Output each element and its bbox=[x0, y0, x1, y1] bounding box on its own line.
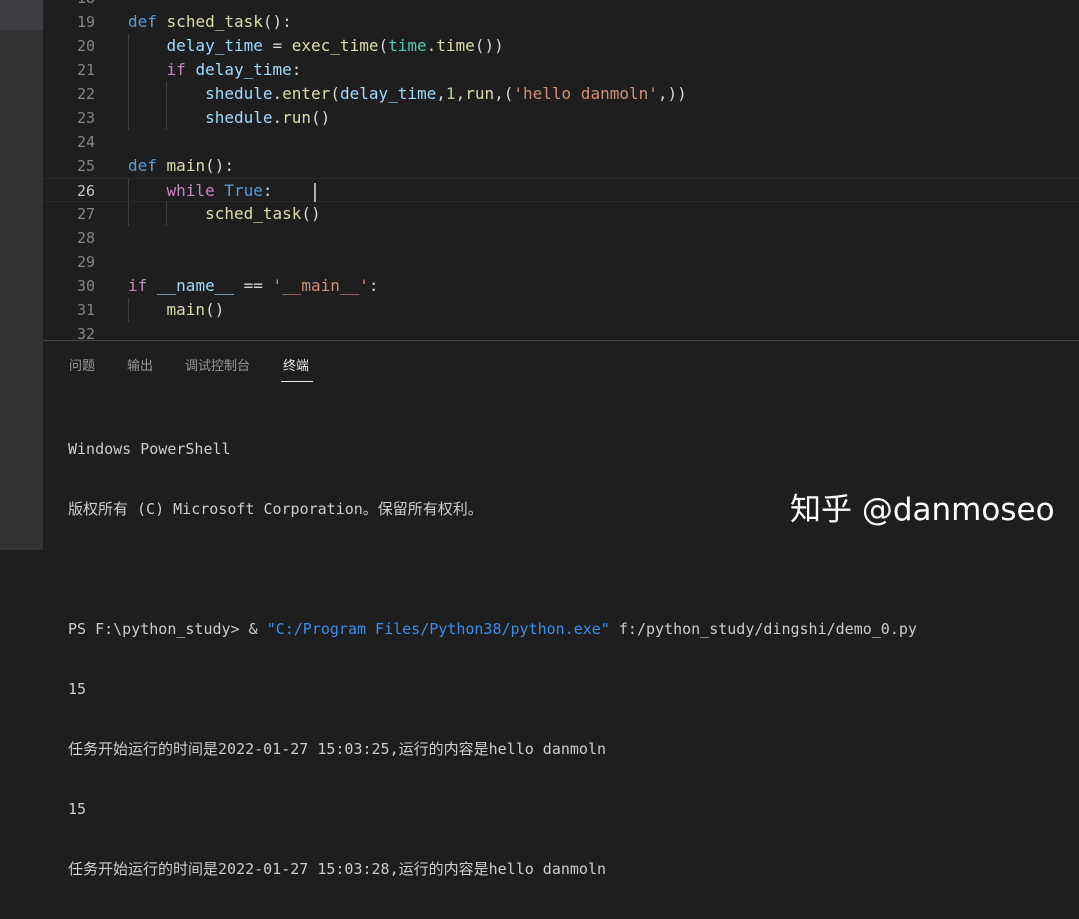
activity-bar bbox=[0, 0, 43, 550]
code-text: if __name__ == '__main__': bbox=[128, 276, 379, 295]
terminal-output[interactable]: Windows PowerShell 版权所有 (C) Microsoft Co… bbox=[68, 399, 917, 919]
line-number: 31 bbox=[76, 301, 95, 319]
tab-terminal[interactable]: 终端 bbox=[283, 355, 309, 374]
code-line[interactable]: 19 def sched_task(): bbox=[43, 10, 1079, 34]
line-number: 25 bbox=[76, 157, 95, 175]
text-cursor bbox=[314, 183, 316, 202]
code-line[interactable]: 31 main() bbox=[43, 298, 1079, 322]
code-line[interactable]: 24 bbox=[43, 130, 1079, 154]
code-line[interactable]: 27 sched_task() bbox=[43, 202, 1079, 226]
terminal-prompt: PS F:\python_study> & bbox=[68, 620, 267, 638]
code-text: main() bbox=[166, 300, 225, 319]
terminal-line: 15 bbox=[68, 800, 87, 818]
code-text: def main(): bbox=[128, 156, 234, 175]
code-text: shedule.enter(delay_time,1,run,('hello d… bbox=[205, 84, 687, 103]
code-line[interactable]: 21 if delay_time: bbox=[43, 58, 1079, 82]
tab-output[interactable]: 输出 bbox=[127, 355, 153, 374]
code-text: while True: bbox=[166, 181, 273, 200]
activity-bar-selected-item[interactable] bbox=[0, 0, 43, 30]
line-number: 32 bbox=[76, 325, 95, 340]
code-editor[interactable]: 18 19 def sched_task(): 20 delay_time = exe… bbox=[43, 0, 1079, 340]
line-number: 26 bbox=[76, 182, 95, 200]
line-number: 21 bbox=[76, 61, 95, 79]
line-number: 28 bbox=[76, 229, 95, 247]
code-text: def sched_task(): bbox=[128, 12, 292, 31]
line-number: 19 bbox=[76, 13, 95, 31]
terminal-line: 15 bbox=[68, 680, 87, 698]
panel-tab-bar: 问题 输出 调试控制台 终端 bbox=[43, 341, 1079, 385]
code-line[interactable]: 29 bbox=[43, 250, 1079, 274]
terminal-command-line: PS F:\python_study> & "C:/Program Files/… bbox=[68, 619, 917, 639]
line-number: 22 bbox=[76, 85, 95, 103]
line-number: 27 bbox=[76, 205, 95, 223]
line-number: 30 bbox=[76, 277, 95, 295]
terminal-line: 任务开始运行的时间是2022-01-27 15:03:25,运行的内容是hell… bbox=[68, 740, 607, 758]
line-number: 20 bbox=[76, 37, 95, 55]
tab-debug-console[interactable]: 调试控制台 bbox=[185, 355, 250, 374]
code-line[interactable]: 20 delay_time = exec_time(time.time()) bbox=[43, 34, 1079, 58]
code-line[interactable]: 18 bbox=[43, 0, 1079, 10]
line-number: 23 bbox=[76, 109, 95, 127]
line-number: 18 bbox=[43, 0, 95, 10]
line-number: 29 bbox=[76, 253, 95, 271]
terminal-python-path: "C:/Program Files/Python38/python.exe" bbox=[266, 620, 610, 638]
code-line[interactable]: 22 shedule.enter(delay_time,1,run,('hell… bbox=[43, 82, 1079, 106]
code-line[interactable]: 26 while True: bbox=[43, 178, 1079, 202]
watermark-logo: 知乎 @danmoseo bbox=[790, 492, 1055, 528]
terminal-script-path: f:/python_study/dingshi/demo_0.py bbox=[609, 620, 917, 638]
code-line[interactable]: 30 if __name__ == '__main__': bbox=[43, 274, 1079, 298]
code-line[interactable]: 32 bbox=[43, 322, 1079, 340]
code-line[interactable]: 23 shedule.run() bbox=[43, 106, 1079, 130]
code-text: delay_time = exec_time(time.time()) bbox=[166, 36, 504, 55]
code-text: sched_task() bbox=[205, 204, 321, 223]
line-number: 24 bbox=[76, 133, 95, 151]
code-line[interactable]: 25 def main(): bbox=[43, 154, 1079, 178]
active-tab-indicator bbox=[281, 381, 313, 382]
tab-problems[interactable]: 问题 bbox=[69, 355, 95, 374]
terminal-line: 任务开始运行的时间是2022-01-27 15:03:28,运行的内容是hell… bbox=[68, 860, 607, 878]
terminal-line: Windows PowerShell bbox=[68, 440, 231, 458]
code-text: if delay_time: bbox=[166, 60, 302, 79]
code-line[interactable]: 28 bbox=[43, 226, 1079, 250]
code-text: shedule.run() bbox=[205, 108, 331, 127]
